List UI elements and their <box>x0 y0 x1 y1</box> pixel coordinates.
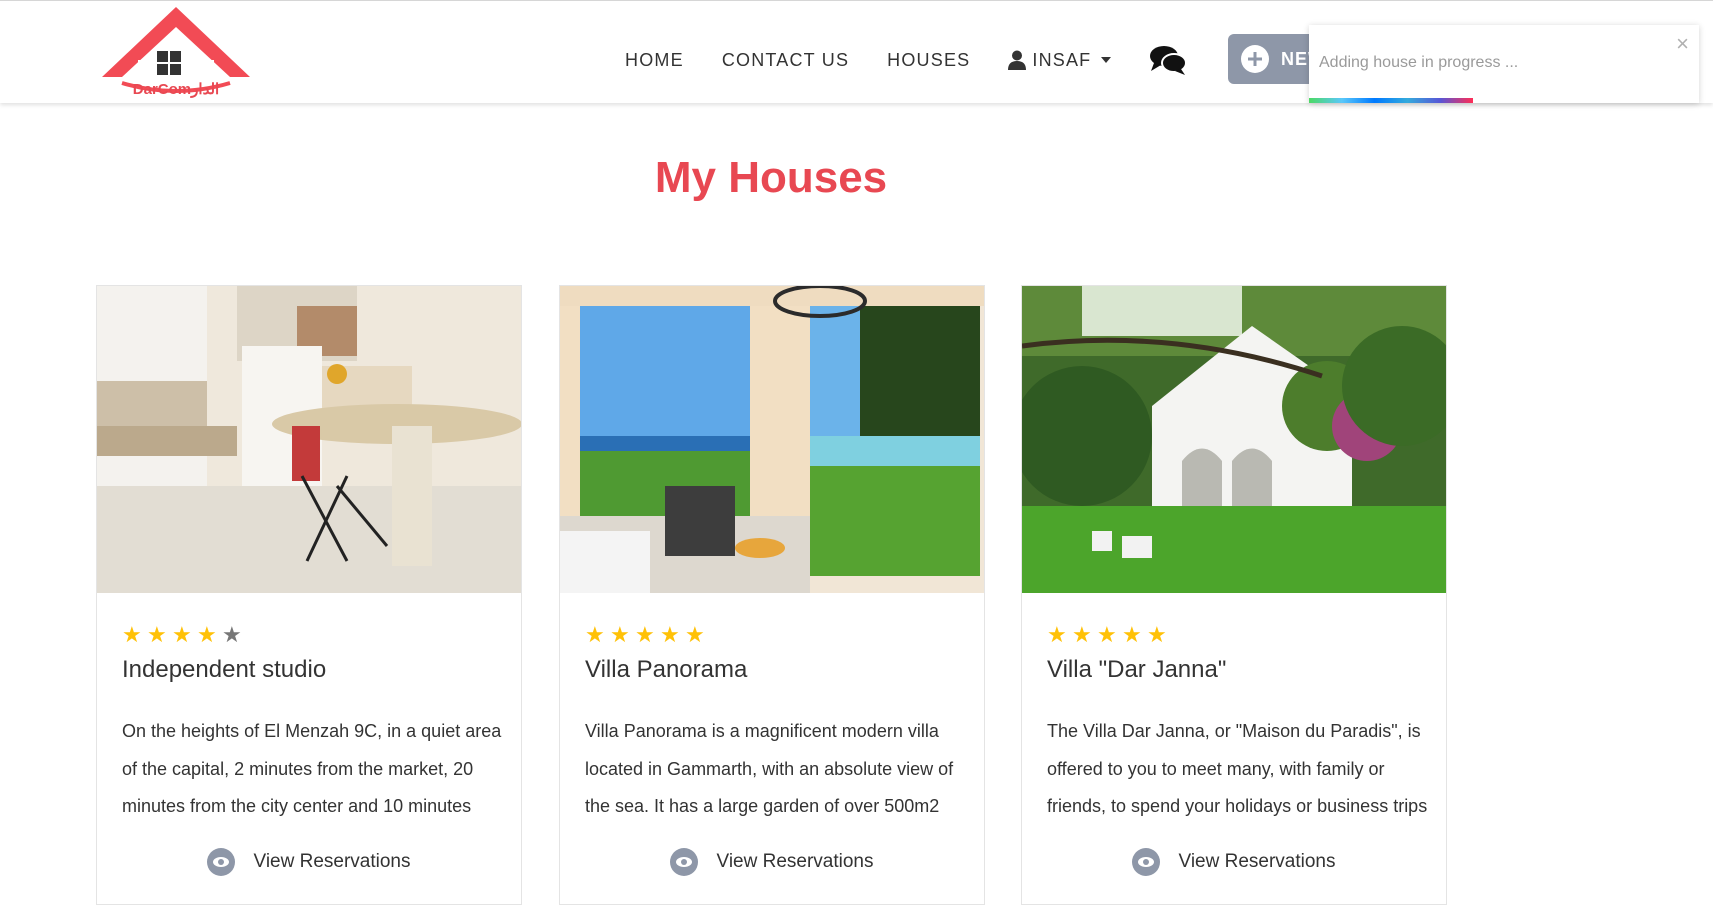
chevron-down-icon <box>1101 57 1112 63</box>
view-reservations-button[interactable]: View Reservations <box>1022 848 1446 876</box>
rating-stars: ★ ★ ★ ★ ★ <box>1047 624 1172 646</box>
star-icon: ★ <box>660 622 680 647</box>
house-photo[interactable] <box>97 286 521 593</box>
star-icon: ★ <box>1097 622 1117 647</box>
page-title: My Houses <box>654 153 888 202</box>
house-description: On the heights of El Menzah 9C, in a qui… <box>122 721 502 816</box>
darcom-logo[interactable]: DarComالدار <box>100 5 252 101</box>
toast-progress-bar <box>1309 98 1473 103</box>
chat-icon[interactable] <box>1149 45 1188 75</box>
close-icon[interactable]: × <box>1676 33 1689 55</box>
star-icon: ★ <box>147 622 167 647</box>
rating-stars: ★ ★ ★ ★ ★ <box>585 624 710 646</box>
house-photo[interactable] <box>1022 286 1446 593</box>
star-icon: ★ <box>1122 622 1142 647</box>
star-icon: ★ <box>1147 622 1167 647</box>
star-icon: ★ <box>685 622 705 647</box>
star-icon: ★ <box>1047 622 1067 647</box>
eye-icon <box>207 848 236 876</box>
house-card: ★ ★ ★ ★ ★ Independent studio On the heig… <box>96 285 522 905</box>
star-icon: ★ <box>197 622 217 647</box>
view-reservations-button[interactable]: View Reservations <box>560 848 984 876</box>
house-description: Villa Panorama is a magnificent modern v… <box>585 721 954 816</box>
house-title: Independent studio <box>122 656 327 683</box>
house-photo[interactable] <box>560 286 984 593</box>
svg-text:DarComالدار: DarComالدار <box>133 81 219 98</box>
user-name: INSAF <box>1032 49 1092 70</box>
star-empty-icon: ★ <box>222 622 242 647</box>
view-reservations-label: View Reservations <box>716 851 874 872</box>
star-icon: ★ <box>122 622 142 647</box>
house-description: The Villa Dar Janna, or "Maison du Parad… <box>1047 721 1428 816</box>
house-title: Villa Panorama <box>585 656 748 683</box>
house-card: ★ ★ ★ ★ ★ Villa Panorama Villa Panorama … <box>559 285 985 905</box>
toast-notification: Adding house in progress ... × <box>1309 25 1699 103</box>
eye-icon <box>670 848 699 876</box>
eye-icon <box>1132 848 1161 876</box>
user-menu-dropdown[interactable]: INSAF <box>1008 49 1112 71</box>
star-icon: ★ <box>1072 622 1092 647</box>
nav-contact-us-link[interactable]: CONTACT US <box>722 50 849 71</box>
nav-houses-link[interactable]: HOUSES <box>887 50 970 71</box>
plus-icon <box>1241 45 1269 73</box>
star-icon: ★ <box>172 622 192 647</box>
nav-home-link[interactable]: HOME <box>625 50 684 71</box>
view-reservations-button[interactable]: View Reservations <box>97 848 521 876</box>
view-reservations-label: View Reservations <box>1178 851 1336 872</box>
rating-stars: ★ ★ ★ ★ ★ <box>122 624 247 646</box>
house-title: Villa "Dar Janna" <box>1047 656 1227 683</box>
star-icon: ★ <box>585 622 605 647</box>
toast-message: Adding house in progress ... <box>1319 54 1519 71</box>
star-icon: ★ <box>635 622 655 647</box>
main-nav: HOME CONTACT US HOUSES INSAF <box>625 45 1188 75</box>
user-icon <box>1008 50 1027 70</box>
view-reservations-label: View Reservations <box>253 851 411 872</box>
star-icon: ★ <box>610 622 630 647</box>
house-card: ★ ★ ★ ★ ★ Villa "Dar Janna" The Villa Da… <box>1021 285 1447 905</box>
